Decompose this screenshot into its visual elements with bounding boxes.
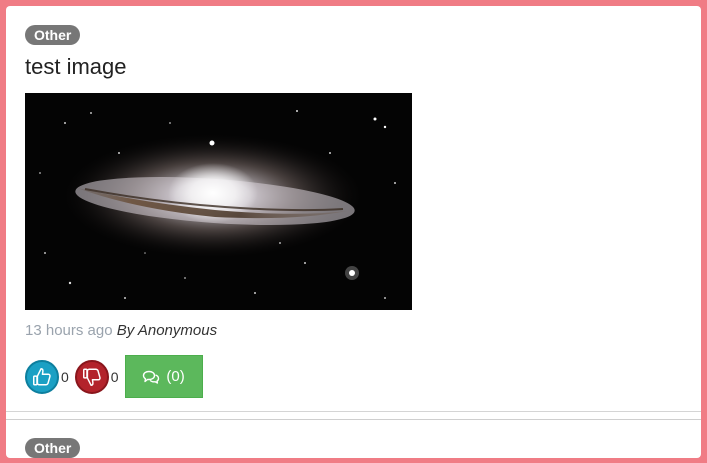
post-image[interactable] xyxy=(25,93,412,310)
thumbs-up-icon xyxy=(33,367,51,386)
dislike-count: 0 xyxy=(110,368,119,385)
post-actions: 0 0 (0) xyxy=(25,355,203,398)
post-divider xyxy=(6,411,701,412)
comments-icon xyxy=(143,370,160,384)
like-button[interactable] xyxy=(25,359,59,394)
dislike-button[interactable] xyxy=(74,359,109,394)
category-badge[interactable]: Other xyxy=(25,25,81,45)
thumbs-down-icon xyxy=(82,367,101,386)
post-title[interactable]: test image xyxy=(25,54,127,80)
comments-count: (0) xyxy=(166,368,185,385)
post-divider-secondary xyxy=(6,419,701,420)
feed-panel: Other test image 13 hours ago By Anonymo… xyxy=(6,6,701,458)
post-author: By Anonymous xyxy=(116,322,218,339)
post-meta: 13 hours ago By Anonymous xyxy=(25,322,217,339)
comments-button[interactable]: (0) xyxy=(124,355,203,398)
galaxy-image xyxy=(25,93,412,310)
like-count: 0 xyxy=(61,368,69,385)
post-time: 13 hours ago xyxy=(25,322,113,339)
category-badge-next[interactable]: Other xyxy=(25,438,81,458)
